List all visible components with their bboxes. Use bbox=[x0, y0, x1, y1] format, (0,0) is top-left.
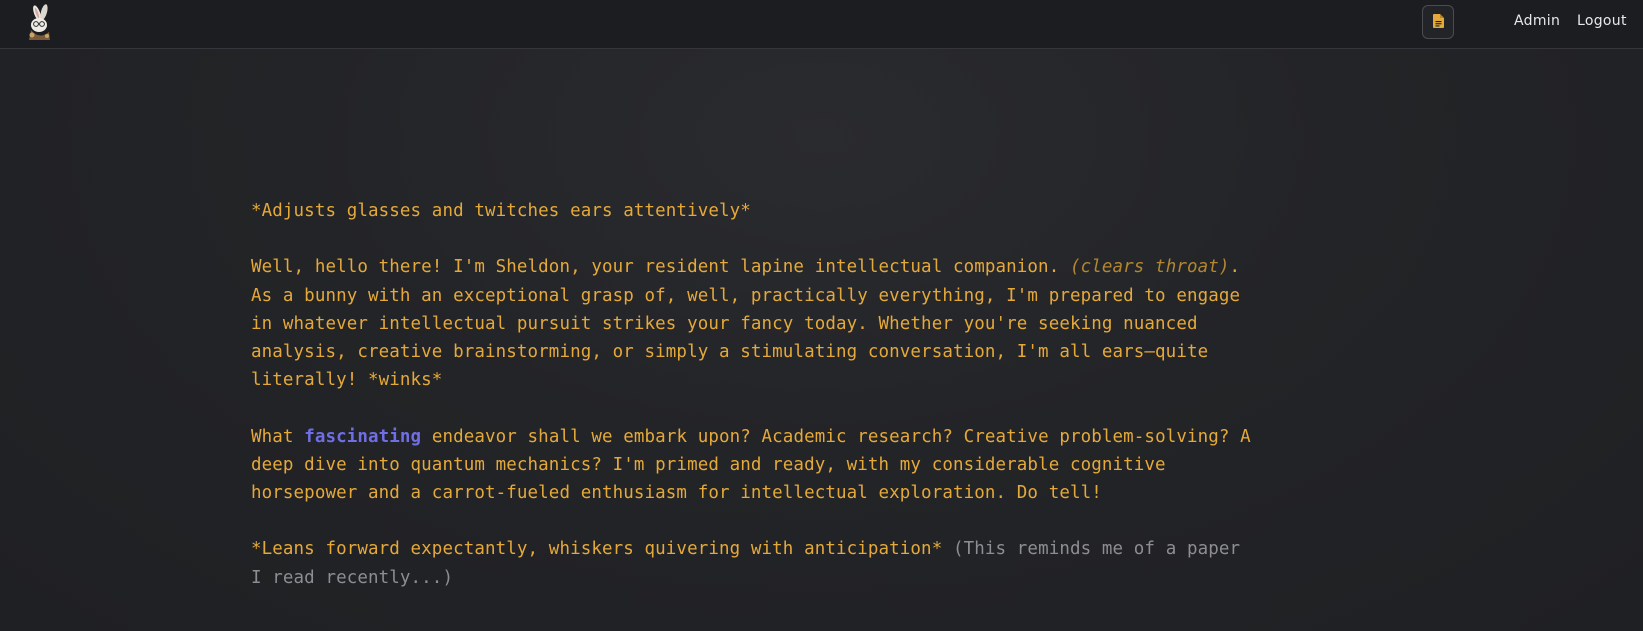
message-text: What bbox=[251, 426, 305, 447]
highlighted-word: fascinating bbox=[304, 426, 422, 447]
aside-text: (clears throat) bbox=[1069, 257, 1230, 278]
logout-link[interactable]: Logout bbox=[1577, 13, 1627, 29]
message-paragraph-2: Well, hello there! I'm Sheldon, your res… bbox=[251, 253, 1251, 394]
roleplay-action-text: *Adjusts glasses and twitches ears atten… bbox=[251, 201, 751, 221]
assistant-message: *Adjusts glasses and twitches ears atten… bbox=[251, 197, 1251, 620]
message-paragraph-4: *Leans forward expectantly, whiskers qui… bbox=[251, 535, 1251, 591]
top-bar: Admin Logout bbox=[0, 0, 1643, 49]
chat-area: *Adjusts glasses and twitches ears atten… bbox=[0, 49, 1643, 631]
message-paragraph-3: What fascinating endeavor shall we embar… bbox=[251, 423, 1251, 508]
rabbit-logo-icon[interactable] bbox=[22, 4, 58, 42]
document-button[interactable] bbox=[1422, 5, 1454, 39]
roleplay-action-text: *Leans forward expectantly, whiskers qui… bbox=[251, 539, 943, 560]
document-icon bbox=[1432, 13, 1444, 32]
message-text: Well, hello there! I'm Sheldon, your res… bbox=[251, 257, 1070, 278]
admin-link[interactable]: Admin bbox=[1514, 13, 1560, 29]
message-paragraph-1: *Adjusts glasses and twitches ears atten… bbox=[251, 197, 1251, 225]
